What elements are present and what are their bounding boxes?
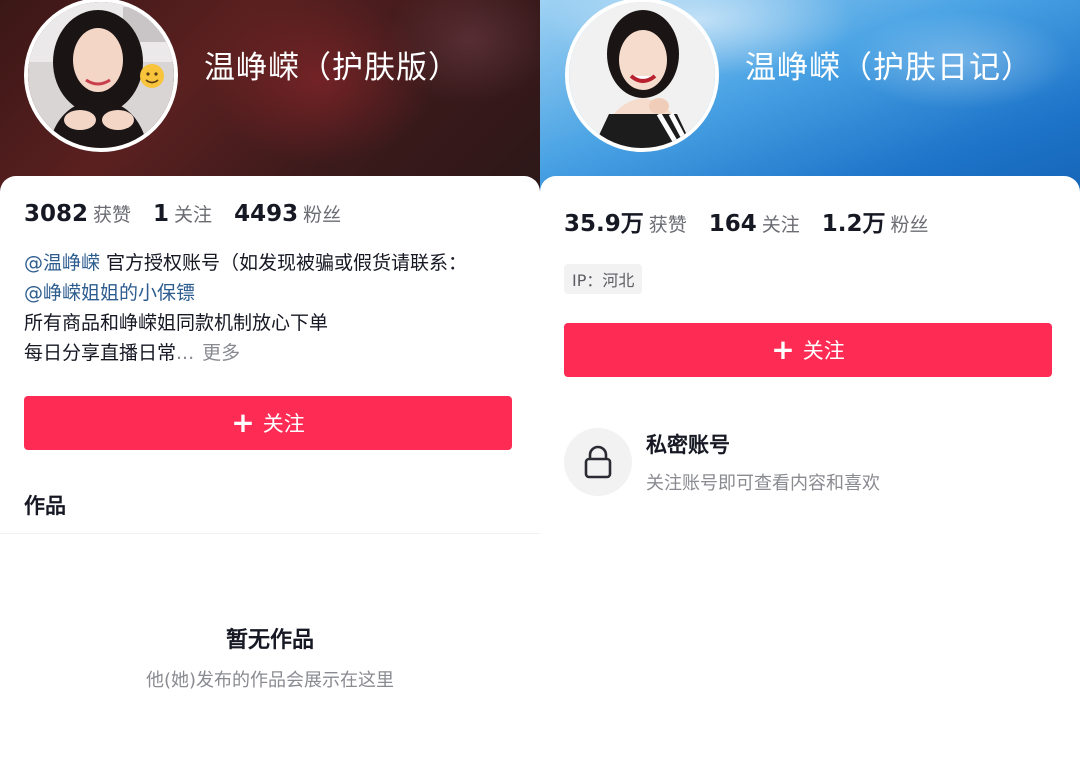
stat-followers[interactable]: 4493 粉丝	[234, 200, 341, 227]
bio-line: 每日分享直播日常... 更多	[24, 338, 524, 368]
private-account-notice: 私密账号 关注账号即可查看内容和喜欢	[564, 428, 880, 496]
empty-state-title: 暂无作品	[225, 628, 314, 653]
bio-text: 官方授权账号（如发现被骗或假货请联系：	[100, 252, 468, 274]
stat-likes: 35.9万 获赞	[564, 204, 687, 238]
empty-state-subtitle: 他(她)发布的作品会展示在这里	[145, 670, 395, 691]
follow-button[interactable]: + 关注	[24, 396, 512, 450]
profile-panel-left: 温峥嵘（护肤版） 3082 获赞 1 关注 4493 粉丝 @温峥嵘 官方授权账…	[0, 0, 540, 775]
profile-card: 35.9万 获赞 164 关注 1.2万 粉丝 IP：河北 + 关注 私密账号 …	[540, 176, 1080, 775]
stat-value: 164	[708, 211, 757, 237]
stat-label: 获赞	[93, 204, 132, 226]
stat-value: 1.2万	[821, 211, 886, 237]
profile-avatar[interactable]	[565, 0, 719, 152]
screenshot-comparison: 温峥嵘（护肤版） 3082 获赞 1 关注 4493 粉丝 @温峥嵘 官方授权账…	[0, 0, 1080, 775]
bio-ellipsis: ...	[176, 342, 195, 364]
profile-stats: 35.9万 获赞 164 关注 1.2万 粉丝	[564, 204, 951, 238]
profile-avatar[interactable]	[24, 0, 178, 152]
mention-link[interactable]: @峥嵘姐姐的小保镖	[24, 282, 195, 304]
profile-nickname: 温峥嵘（护肤版）	[204, 50, 460, 86]
stat-value: 3082	[24, 201, 89, 227]
private-account-text: 私密账号 关注账号即可查看内容和喜欢	[646, 429, 880, 495]
plus-icon: +	[231, 406, 255, 439]
bio-more-link[interactable]: 更多	[202, 342, 240, 364]
follow-button-label: 关注	[262, 412, 305, 436]
stat-following[interactable]: 1 关注	[153, 200, 212, 227]
plus-icon: +	[771, 333, 795, 366]
private-account-subtitle: 关注账号即可查看内容和喜欢	[646, 473, 880, 494]
ip-location-tag: IP：河北	[564, 264, 643, 294]
profile-bio: @温峥嵘 官方授权账号（如发现被骗或假货请联系： @峥嵘姐姐的小保镖 所有商品和…	[24, 248, 524, 368]
stat-label: 粉丝	[303, 204, 342, 226]
follow-button-label: 关注	[802, 339, 845, 363]
stat-following[interactable]: 164 关注	[709, 210, 800, 237]
mention-link[interactable]: @温峥嵘	[24, 252, 100, 274]
follow-button[interactable]: + 关注	[564, 323, 1052, 377]
lock-icon	[564, 428, 632, 496]
tab-works[interactable]: 作品	[24, 490, 66, 520]
bio-line: 所有商品和峥嵘姐同款机制放心下单	[24, 312, 329, 334]
stat-followers[interactable]: 1.2万 粉丝	[822, 204, 929, 238]
bio-line: @温峥嵘 官方授权账号（如发现被骗或假货请联系：	[24, 248, 524, 278]
stat-label: 获赞	[648, 214, 687, 236]
stat-label: 关注	[174, 204, 213, 226]
profile-card: 3082 获赞 1 关注 4493 粉丝 @温峥嵘 官方授权账号（如发现被骗或假…	[0, 176, 540, 775]
bio-line: @峥嵘姐姐的小保镖	[24, 278, 524, 308]
profile-nickname: 温峥嵘（护肤日记）	[745, 50, 1033, 86]
private-account-title: 私密账号	[646, 433, 730, 457]
stat-value: 1	[153, 201, 170, 227]
stat-value: 35.9万	[564, 211, 644, 237]
smiling-face-emoji-icon	[140, 64, 164, 88]
divider	[0, 533, 540, 534]
stat-likes: 3082 获赞	[24, 200, 131, 227]
profile-panel-right: 温峥嵘（护肤日记） 35.9万 获赞 164 关注 1.2万 粉丝 IP：河北 …	[540, 0, 1080, 775]
stat-value: 4493	[234, 201, 299, 227]
profile-stats: 3082 获赞 1 关注 4493 粉丝	[24, 200, 363, 227]
bio-text: 每日分享直播日常	[24, 342, 177, 364]
stat-label: 关注	[761, 214, 800, 236]
stat-label: 粉丝	[890, 214, 929, 236]
